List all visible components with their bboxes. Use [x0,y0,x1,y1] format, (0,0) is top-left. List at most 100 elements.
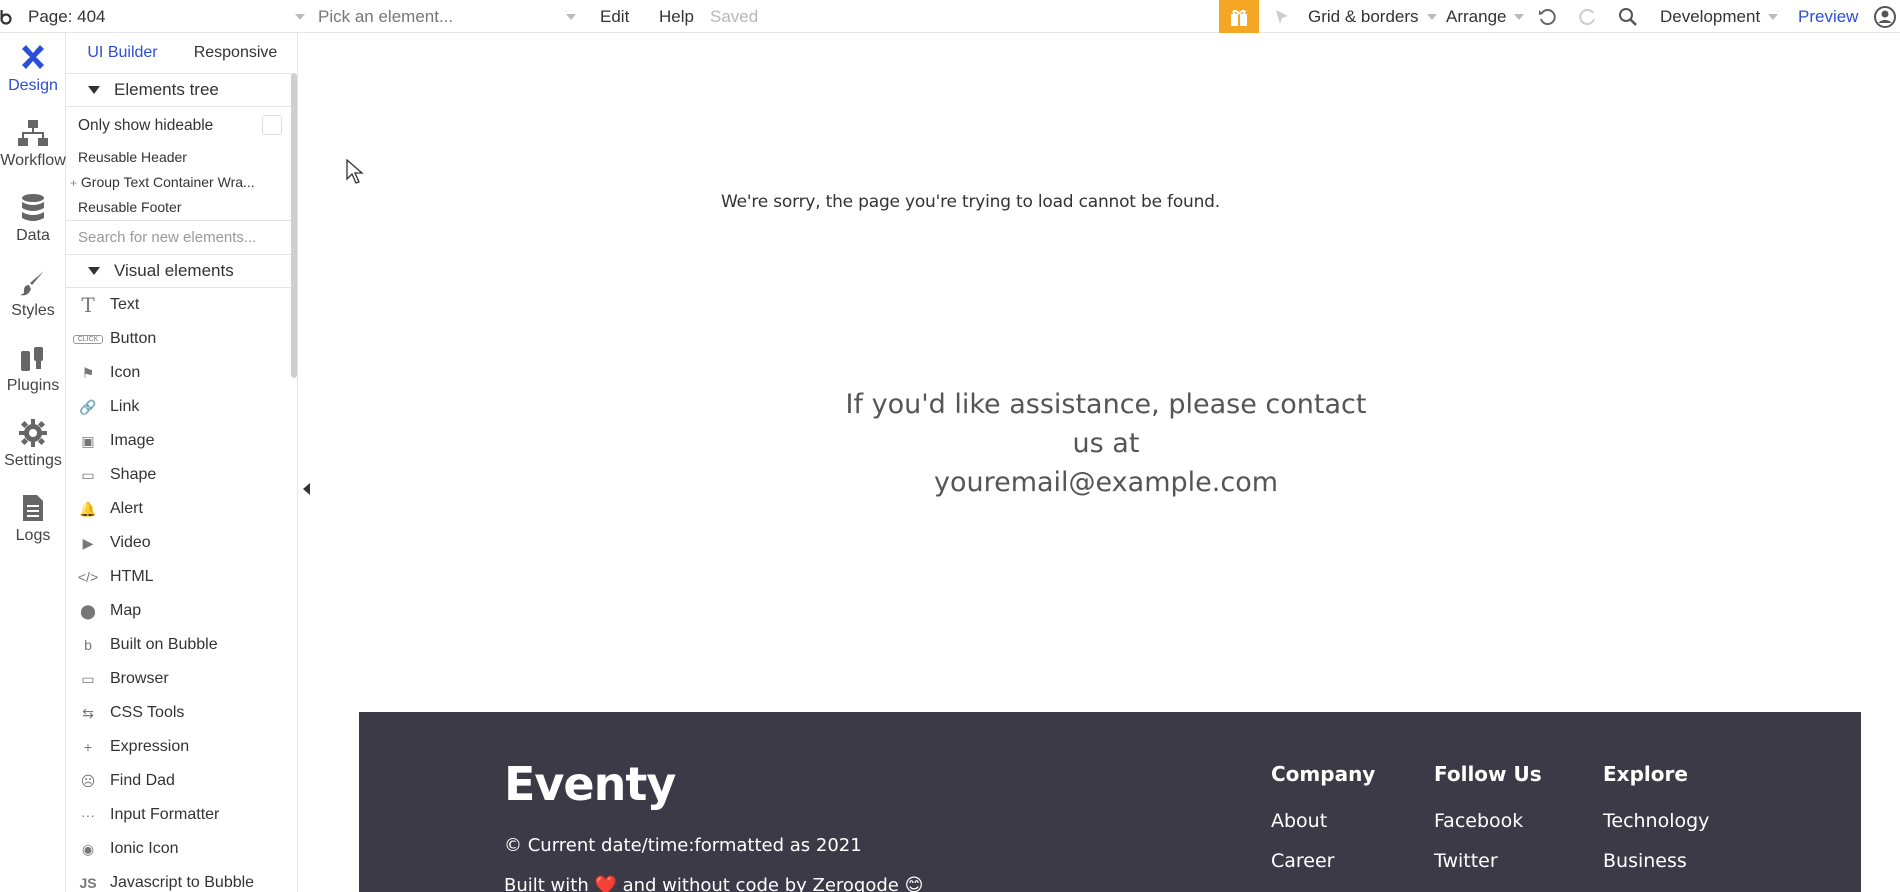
footer-link-facebook[interactable]: Facebook [1434,810,1523,832]
visual-element-label: Find Dad [110,772,175,789]
element-type-icon: b [84,637,92,653]
tree-item-group-text-container[interactable]: + Group Text Container Wra... [70,174,255,190]
visual-element-alert[interactable]: 🔔 Alert [66,492,292,526]
visual-element-label: Browser [110,670,169,687]
panel-scrollbar[interactable] [291,73,297,378]
visual-elements-header[interactable]: Visual elements [66,254,292,288]
preview-button[interactable]: Preview [1798,0,1858,33]
visual-element-javascript-to-bubble[interactable]: JS Javascript to Bubble [66,866,292,892]
footer-link-technology[interactable]: Technology [1603,810,1709,832]
visual-element-label: Button [110,330,157,347]
visual-element-ionic-icon[interactable]: ◉ Ionic Icon [66,832,292,866]
footer-copyright: © Current date/time:formatted as 2021 [504,835,862,856]
element-type-icon: 🔔 [79,500,97,517]
account-avatar-icon[interactable] [1874,0,1896,33]
visual-element-html[interactable]: </> HTML [66,560,292,594]
visual-element-browser[interactable]: ▭ Browser [66,662,292,696]
assistance-message[interactable]: If you'd like assistance, please contact… [836,385,1376,502]
elements-panel: UI Builder Responsive Elements tree Only… [66,33,298,892]
help-menu[interactable]: Help [659,0,694,33]
rail-item-styles[interactable]: Styles [0,258,66,333]
rail-item-data[interactable]: Data [0,183,66,258]
visual-element-button[interactable]: CLICK Button [66,322,292,356]
styles-icon [20,271,44,296]
visual-element-label: Image [110,432,155,449]
visual-element-expression[interactable]: + Expression [66,730,292,764]
element-search-input[interactable] [78,229,278,246]
footer-link-business[interactable]: Business [1603,850,1687,872]
collapse-panel-arrow-icon[interactable] [303,483,310,495]
visual-element-label: Shape [110,466,157,483]
visual-element-label: Built on Bubble [110,636,218,653]
element-picker[interactable]: Pick an element... [318,0,453,33]
element-type-icon: ⚑ [81,364,95,381]
redo-icon[interactable] [1578,0,1598,33]
plugins-icon [21,347,43,371]
rail-item-plugins[interactable]: Plugins [0,333,66,408]
visual-element-label: Icon [110,364,141,381]
visual-element-built-on-bubble[interactable]: b Built on Bubble [66,628,292,662]
environment-selector[interactable]: Development [1660,0,1779,33]
visual-element-find-dad[interactable]: ☹ Find Dad [66,764,292,798]
rail-item-design[interactable]: Design [0,33,66,108]
element-type-icon: T [81,293,95,317]
tree-item-reusable-footer[interactable]: Reusable Footer [78,199,182,215]
environment-label: Development [1660,6,1761,26]
saved-status: Saved [710,6,759,26]
element-type-icon: ··· [81,807,95,823]
expand-plus-icon[interactable]: + [70,176,77,190]
not-found-message[interactable]: We're sorry, the page you're trying to l… [721,192,1220,212]
footer-col-explore-title: Explore [1603,762,1688,786]
visual-element-link[interactable]: 🔗 Link [66,390,292,424]
inspect-arrow-icon[interactable] [1273,0,1291,33]
gift-icon[interactable] [1219,0,1259,33]
visual-element-label: Text [110,296,140,313]
page-selector-chevron-icon[interactable] [287,0,305,33]
visual-element-icon[interactable]: ⚑ Icon [66,356,292,390]
bubble-logo-icon[interactable] [0,0,14,33]
visual-element-input-formatter[interactable]: ··· Input Formatter [66,798,292,832]
search-icon[interactable] [1618,0,1638,33]
footer-link-career[interactable]: Career [1271,850,1335,872]
element-type-icon: ⇆ [82,704,94,721]
footer-link-twitter[interactable]: Twitter [1434,850,1498,872]
design-icon [22,45,44,69]
reusable-footer[interactable]: Eventy © Current date/time:formatted as … [359,712,1861,892]
logs-icon [23,495,43,521]
grid-borders-menu[interactable]: Grid & borders [1308,0,1437,33]
footer-brand-logo: Eventy [504,757,676,811]
footer-built-with: Built with ❤️ and without code by Zeroqo… [504,875,924,892]
rail-item-logs[interactable]: Logs [0,483,66,558]
rail-item-settings[interactable]: Settings [0,408,66,483]
undo-icon[interactable] [1537,0,1557,33]
visual-element-css-tools[interactable]: ⇆ CSS Tools [66,696,292,730]
element-type-icon: </> [77,569,99,585]
only-show-hideable-checkbox[interactable] [262,115,282,135]
visual-element-image[interactable]: ▣ Image [66,424,292,458]
tab-ui-builder[interactable]: UI Builder [66,44,179,62]
element-type-icon: ☹ [80,772,96,789]
footer-link-about[interactable]: About [1271,810,1327,832]
visual-element-shape[interactable]: ▭ Shape [66,458,292,492]
visual-element-map[interactable]: ⬤ Map [66,594,292,628]
visual-element-label: Ionic Icon [110,840,179,857]
tree-item-reusable-header[interactable]: Reusable Header [78,149,187,165]
visual-element-label: Input Formatter [110,806,220,823]
rail-label-styles: Styles [11,302,55,319]
element-type-icon: ▭ [81,466,95,483]
arrange-menu[interactable]: Arrange [1446,0,1525,33]
assistance-line-1: If you'd like assistance, please contact… [845,389,1367,459]
element-picker-chevron-icon[interactable] [558,0,576,33]
visual-element-label: Alert [110,500,143,517]
edit-menu[interactable]: Edit [600,0,629,33]
visual-element-text[interactable]: T Text [66,288,292,322]
tab-responsive[interactable]: Responsive [179,44,292,62]
element-type-icon: 🔗 [79,398,97,415]
rail-label-design: Design [8,77,58,94]
visual-element-label: HTML [110,568,154,585]
rail-item-workflow[interactable]: Workflow [0,108,66,183]
visual-element-video[interactable]: ▶ Video [66,526,292,560]
element-type-icon: ▣ [81,432,95,449]
elements-tree-header[interactable]: Elements tree [66,73,292,107]
page-selector[interactable]: Page: 404 [28,0,106,33]
